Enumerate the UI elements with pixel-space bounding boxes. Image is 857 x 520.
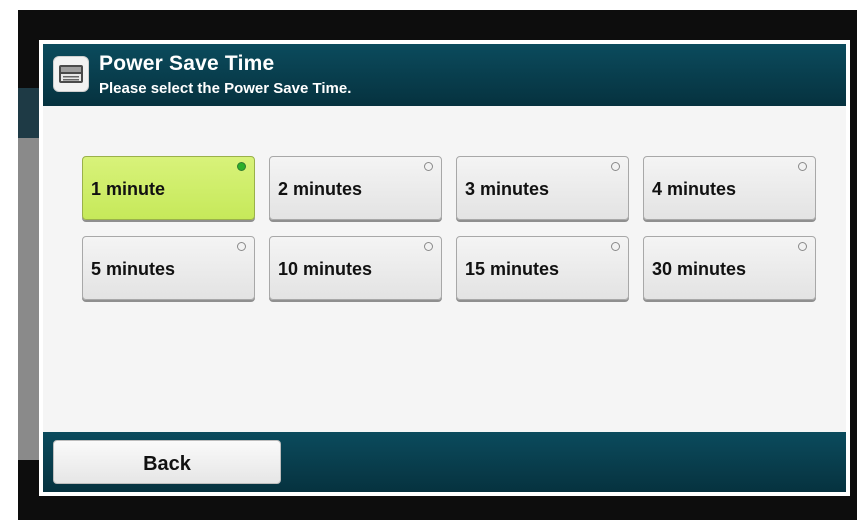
option-label: 15 minutes (465, 259, 560, 279)
selection-indicator-icon (798, 242, 807, 251)
option-10-minutes[interactable]: 10 minutes (269, 236, 442, 300)
option-label: 2 minutes (278, 179, 363, 199)
option-label: 10 minutes (278, 259, 373, 279)
dialog-subtitle: Please select the Power Save Time. (99, 80, 352, 97)
selection-indicator-icon (424, 162, 433, 171)
selection-indicator-icon (611, 162, 620, 171)
selection-indicator-icon (237, 162, 246, 171)
selection-indicator-icon (611, 242, 620, 251)
title-bar: Power Save Time Please select the Power … (43, 44, 846, 106)
option-label: 1 minute (91, 179, 166, 199)
option-2-minutes[interactable]: 2 minutes (269, 156, 442, 220)
option-3-minutes[interactable]: 3 minutes (456, 156, 629, 220)
selection-indicator-icon (237, 242, 246, 251)
back-button-label: Back (143, 453, 191, 475)
selection-indicator-icon (798, 162, 807, 171)
printer-panel-icon (53, 56, 89, 92)
option-label: 3 minutes (465, 179, 550, 199)
selection-indicator-icon (424, 242, 433, 251)
option-label: 5 minutes (91, 259, 176, 279)
option-5-minutes[interactable]: 5 minutes (82, 236, 255, 300)
back-button[interactable]: Back (53, 440, 281, 484)
option-label: 4 minutes (652, 179, 737, 199)
power-save-time-dialog: Power Save Time Please select the Power … (39, 40, 850, 496)
option-1-minute[interactable]: 1 minute (82, 156, 255, 220)
option-15-minutes[interactable]: 15 minutes (456, 236, 629, 300)
options-area: 1 minute 2 minutes 3 minutes 4 minutes 5… (43, 106, 846, 432)
bottom-bar: Back (43, 432, 846, 492)
dialog-title: Power Save Time (99, 52, 275, 75)
option-30-minutes[interactable]: 30 minutes (643, 236, 816, 300)
option-4-minutes[interactable]: 4 minutes (643, 156, 816, 220)
option-label: 30 minutes (652, 259, 747, 279)
